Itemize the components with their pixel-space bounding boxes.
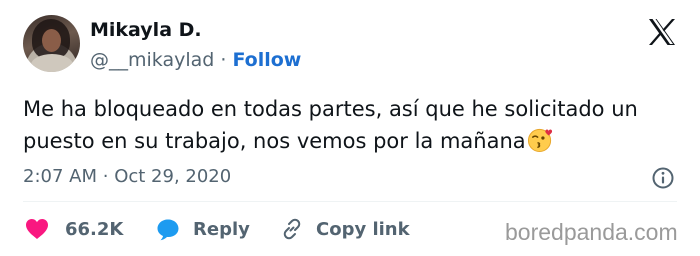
reply-button[interactable]: Reply — [156, 214, 250, 244]
follow-button[interactable]: Follow — [232, 49, 301, 71]
handle-separator: · — [220, 49, 227, 71]
author-handle[interactable]: @__mikaylad — [90, 49, 214, 71]
avatar[interactable] — [23, 15, 80, 72]
like-count: 66.2K — [65, 218, 124, 240]
avatar-body — [31, 54, 73, 72]
author-handle-line: @__mikaylad · Follow — [90, 49, 301, 71]
timestamp-separator: · — [102, 166, 109, 187]
avatar-face — [42, 29, 61, 52]
tweet-date: Oct 29, 2020 — [114, 166, 232, 187]
tweet-timestamp[interactable]: 2:07 AM · Oct 29, 2020 — [23, 166, 231, 187]
tweet-time: 2:07 AM — [23, 166, 97, 187]
link-icon — [283, 218, 301, 240]
kissing-face-with-heart-icon — [527, 128, 552, 153]
x-logo-icon[interactable] — [647, 18, 677, 46]
info-icon[interactable] — [651, 166, 675, 190]
divider — [23, 201, 677, 202]
copy-link-label: Copy link — [316, 218, 410, 240]
watermark: boredpanda.com — [505, 219, 678, 245]
heart-icon — [26, 219, 48, 239]
like-button[interactable]: 66.2K — [25, 214, 123, 244]
reply-bubble-icon — [157, 219, 179, 240]
copy-link-button[interactable]: Copy link — [280, 214, 410, 244]
reply-label: Reply — [193, 218, 250, 240]
tweet-text: Me ha bloqueado en todas partes, así que… — [23, 93, 673, 157]
author-name[interactable]: Mikayla D. — [90, 19, 202, 41]
